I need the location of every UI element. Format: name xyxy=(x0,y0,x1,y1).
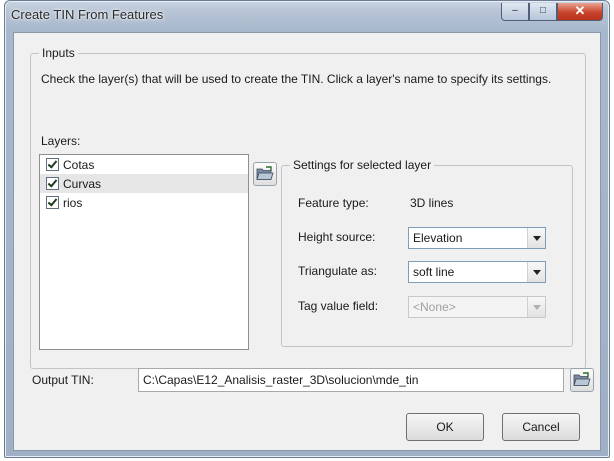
layers-label: Layers: xyxy=(41,134,81,148)
dialog-body: Inputs Check the layer(s) that will be u… xyxy=(13,32,601,451)
triangulate-label: Triangulate as: xyxy=(298,264,377,278)
ok-button[interactable]: OK xyxy=(406,413,484,441)
height-source-label: Height source: xyxy=(298,230,376,244)
open-folder-icon xyxy=(256,166,274,180)
layer-checkbox-rios[interactable] xyxy=(46,196,59,209)
output-tin-value: C:\Capas\E12_Analisis_raster_3D\solucion… xyxy=(143,373,419,387)
create-tin-dialog: Create TIN From Features – □ ✕ Inputs Ch… xyxy=(4,0,610,458)
layer-name-curvas[interactable]: Curvas xyxy=(63,177,101,191)
triangulate-value: soft line xyxy=(413,265,455,279)
feature-type-label: Feature type: xyxy=(298,196,369,210)
browse-output-button[interactable] xyxy=(570,368,594,392)
feature-type-value: 3D lines xyxy=(410,196,454,210)
maximize-button[interactable]: □ xyxy=(529,3,557,21)
chevron-down-icon xyxy=(527,297,545,317)
chevron-down-icon[interactable] xyxy=(527,228,545,248)
triangulate-select[interactable]: soft line xyxy=(408,261,546,283)
tag-value-label: Tag value field: xyxy=(298,299,379,313)
instructions-text: Check the layer(s) that will be used to … xyxy=(41,72,552,86)
window-controls: – □ ✕ xyxy=(501,3,603,21)
add-layer-button[interactable] xyxy=(253,162,277,186)
layer-item-curvas[interactable]: Curvas xyxy=(40,174,248,193)
chevron-down-icon[interactable] xyxy=(527,262,545,282)
tag-value-value: <None> xyxy=(413,300,456,314)
layer-checkbox-cotas[interactable] xyxy=(46,158,59,171)
title-bar[interactable]: Create TIN From Features – □ ✕ xyxy=(5,1,609,31)
output-tin-label: Output TIN: xyxy=(32,373,94,387)
close-button[interactable]: ✕ xyxy=(557,3,603,21)
layer-item-rios[interactable]: rios xyxy=(40,193,248,212)
layer-item-cotas[interactable]: Cotas xyxy=(40,155,248,174)
layer-checkbox-curvas[interactable] xyxy=(46,177,59,190)
settings-group-label: Settings for selected layer xyxy=(290,158,435,172)
cancel-button[interactable]: Cancel xyxy=(502,413,580,441)
layer-name-cotas[interactable]: Cotas xyxy=(63,158,94,172)
window-title: Create TIN From Features xyxy=(11,7,164,22)
open-folder-icon xyxy=(573,372,591,386)
output-tin-input[interactable]: C:\Capas\E12_Analisis_raster_3D\solucion… xyxy=(138,368,564,392)
layer-list[interactable]: Cotas Curvas rios xyxy=(39,154,249,350)
minimize-button[interactable]: – xyxy=(501,3,529,21)
height-source-value: Elevation xyxy=(413,231,463,245)
inputs-group-label: Inputs xyxy=(39,46,78,60)
layer-name-rios[interactable]: rios xyxy=(63,196,82,210)
inputs-group: Inputs Check the layer(s) that will be u… xyxy=(30,46,586,369)
settings-group: Settings for selected layer Feature type… xyxy=(281,158,573,347)
tag-value-select: <None> xyxy=(408,296,546,318)
height-source-select[interactable]: Elevation xyxy=(408,227,546,249)
